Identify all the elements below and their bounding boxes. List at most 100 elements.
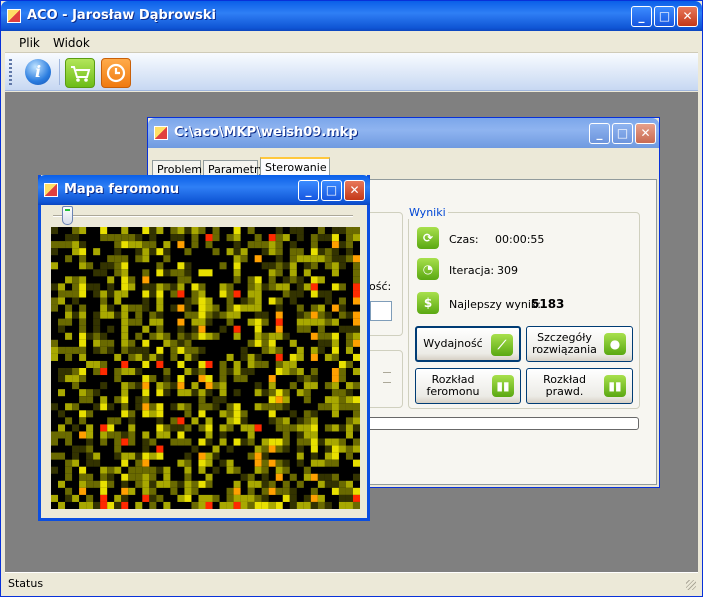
- cart-button[interactable]: [65, 58, 95, 88]
- pheromone-slider-track[interactable]: [53, 215, 353, 217]
- heatmap-cell: [254, 494, 262, 502]
- heatmap-cell: [100, 339, 108, 347]
- heatmap-cell: [275, 332, 283, 340]
- heatmap-cell: [233, 311, 241, 319]
- heatmap-cell: [331, 339, 339, 347]
- heatmap-cell: [275, 269, 283, 277]
- info-button[interactable]: i: [23, 58, 53, 88]
- heatmap-cell: [345, 487, 353, 495]
- heatmap-cell: [65, 276, 73, 284]
- heatmap-cell: [324, 473, 332, 481]
- heatmap-cell: [72, 297, 80, 305]
- heatmap-cell: [233, 410, 241, 418]
- heatmap-cell: [156, 325, 164, 333]
- heatmap-cell: [198, 389, 206, 397]
- params-input[interactable]: [370, 301, 392, 321]
- heatmap-cell: [163, 382, 171, 390]
- heatmap-cell: [79, 431, 87, 439]
- heatmap-cell: [198, 290, 206, 298]
- heatmap-cell: [303, 325, 311, 333]
- pheromone-close-button[interactable]: ✕: [344, 180, 365, 201]
- toolbar-grip[interactable]: [9, 59, 12, 85]
- heatmap-cell: [240, 494, 248, 502]
- heatmap-cell: [79, 501, 87, 509]
- resize-grip[interactable]: [686, 580, 696, 590]
- file-window-titlebar[interactable]: C:\aco\MKP\weish09.mkp _ □ ✕: [148, 118, 659, 148]
- heatmap-cell: [282, 424, 290, 432]
- menu-widok[interactable]: Widok: [53, 36, 90, 50]
- minimize-button[interactable]: _: [631, 6, 652, 27]
- time-label: Czas:: [449, 233, 479, 246]
- heatmap-cell: [324, 297, 332, 305]
- heatmap-cell: [289, 473, 297, 481]
- heatmap-cell: [65, 368, 73, 376]
- menu-plik[interactable]: Plik: [19, 36, 40, 50]
- heatmap-cell: [65, 234, 73, 242]
- heatmap-cell: [352, 325, 360, 333]
- details-button[interactable]: Szczegóły rozwiązania ●: [526, 326, 633, 362]
- heatmap-cell: [338, 389, 346, 397]
- heatmap-cell: [219, 438, 227, 446]
- heatmap-cell: [93, 290, 101, 298]
- heatmap-cell: [338, 487, 346, 495]
- heatmap-cell: [79, 332, 87, 340]
- heatmap-cell: [72, 424, 80, 432]
- heatmap-cell: [177, 389, 185, 397]
- heatmap-cell: [275, 396, 283, 404]
- cart-icon: [71, 66, 91, 82]
- heatmap-cell: [142, 466, 150, 474]
- close-button[interactable]: ✕: [677, 6, 698, 27]
- heatmap-cell: [163, 241, 171, 249]
- pheromone-titlebar[interactable]: Mapa feromonu _ □ ✕: [38, 175, 370, 205]
- pheromone-maximize-button[interactable]: □: [321, 180, 342, 201]
- heatmap-cell: [352, 410, 360, 418]
- clock-button[interactable]: [101, 58, 131, 88]
- heatmap-cell: [261, 283, 269, 291]
- file-close-button[interactable]: ✕: [635, 123, 656, 144]
- heatmap-cell: [205, 494, 213, 502]
- heatmap-cell: [338, 501, 346, 509]
- heatmap-cell: [198, 346, 206, 354]
- heatmap-cell: [205, 417, 213, 425]
- heatmap-cell: [233, 262, 241, 270]
- heatmap-cell: [324, 459, 332, 467]
- performance-button[interactable]: Wydajność ⟋: [415, 326, 521, 362]
- heatmap-cell: [303, 389, 311, 397]
- heatmap-cell: [177, 375, 185, 383]
- heatmap-cell: [184, 480, 192, 488]
- main-titlebar[interactable]: ACO - Jarosław Dąbrowski _ □ ✕: [1, 1, 702, 31]
- pheromone-slider-thumb[interactable]: [62, 206, 73, 225]
- heatmap-cell: [149, 473, 157, 481]
- heatmap-cell: [261, 480, 269, 488]
- heatmap-cell: [184, 311, 192, 319]
- heatmap-cell: [135, 255, 143, 263]
- heatmap-cell: [114, 248, 122, 256]
- heatmap-cell: [219, 290, 227, 298]
- prob-dist-button[interactable]: Rozkład prawd. ▮▮: [526, 368, 633, 404]
- heatmap-cell: [352, 424, 360, 432]
- heatmap-cell: [72, 234, 80, 242]
- heatmap-cell: [205, 318, 213, 326]
- heatmap-cell: [289, 382, 297, 390]
- file-maximize-button[interactable]: □: [612, 123, 633, 144]
- heatmap-cell: [79, 445, 87, 453]
- heatmap-cell: [254, 452, 262, 460]
- pheromone-minimize-button[interactable]: _: [298, 180, 319, 201]
- pheromone-dist-button[interactable]: Rozkład feromonu ▮▮: [415, 368, 521, 404]
- heatmap-cell: [233, 255, 241, 263]
- heatmap-cell: [128, 276, 136, 284]
- heatmap-cell: [163, 332, 171, 340]
- heatmap-cell: [121, 438, 129, 446]
- heatmap-cell: [191, 417, 199, 425]
- heatmap-cell: [51, 438, 59, 446]
- heatmap-cell: [338, 255, 346, 263]
- heatmap-cell: [233, 480, 241, 488]
- heatmap-cell: [142, 304, 150, 312]
- heatmap-cell: [177, 339, 185, 347]
- heatmap-cell: [247, 283, 255, 291]
- heatmap-cell: [65, 494, 73, 502]
- heatmap-cell: [268, 276, 276, 284]
- file-minimize-button[interactable]: _: [589, 123, 610, 144]
- heatmap-cell: [219, 382, 227, 390]
- maximize-button[interactable]: □: [654, 6, 675, 27]
